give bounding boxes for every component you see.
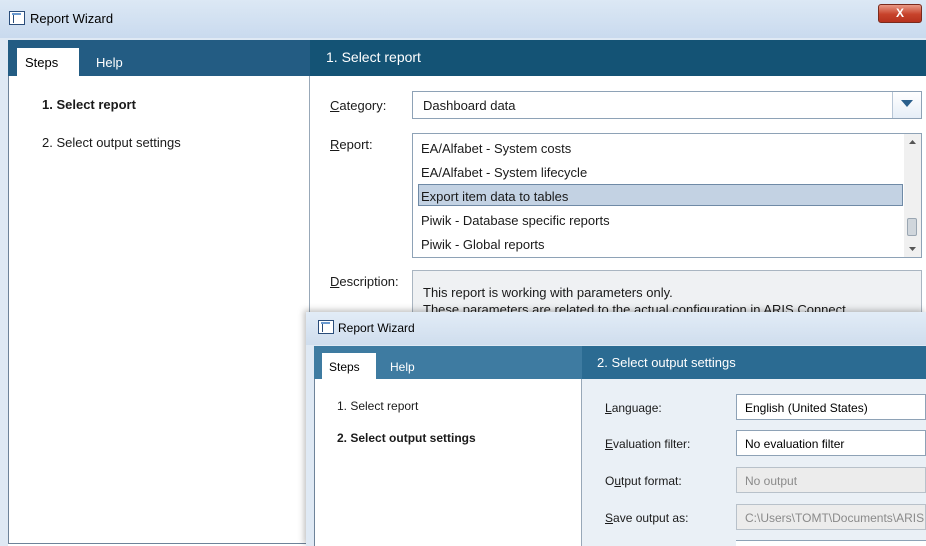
tab-help-label: Help xyxy=(390,360,415,374)
step-select-output-settings[interactable]: 2. Select output settings xyxy=(337,431,476,445)
save-output-as-label: Save output as: xyxy=(605,511,689,525)
title-bar[interactable] xyxy=(0,0,926,38)
tab-steps[interactable]: Steps xyxy=(322,353,376,379)
chevron-down-icon xyxy=(901,100,913,107)
description-text-line: This report is working with parameters o… xyxy=(423,285,673,300)
language-label: Language: xyxy=(605,401,662,415)
tab-help[interactable]: Help xyxy=(382,353,426,379)
steps-panel xyxy=(8,40,310,544)
next-field-edge xyxy=(736,540,926,546)
window-title: Report Wizard xyxy=(30,11,114,26)
list-item[interactable]: EA/Alfabet - System costs xyxy=(421,141,571,156)
category-label: Category: xyxy=(330,98,387,113)
scroll-up-button[interactable] xyxy=(904,134,921,150)
description-label: Description: xyxy=(330,274,399,289)
report-wizard-icon xyxy=(9,11,25,25)
output-format-value: No output xyxy=(745,474,798,488)
evaluation-filter-label: Evaluation filter: xyxy=(605,437,691,451)
list-item[interactable]: EA/Alfabet - System lifecycle xyxy=(421,165,587,180)
output-format-label: Output format: xyxy=(605,474,682,488)
language-value: English (United States) xyxy=(745,401,868,415)
tab-help-label: Help xyxy=(96,55,123,70)
triangle-down-icon xyxy=(909,247,916,251)
step-select-report[interactable]: 1. Select report xyxy=(42,97,136,112)
tab-steps-label: Steps xyxy=(25,55,59,70)
step-header-title: 1. Select report xyxy=(326,49,421,65)
window-title-2: Report Wizard xyxy=(338,321,415,335)
category-value: Dashboard data xyxy=(423,98,516,113)
scrollbar-thumb[interactable] xyxy=(907,218,917,236)
scroll-down-button[interactable] xyxy=(904,241,921,257)
tab-steps-label: Steps xyxy=(329,360,360,374)
list-item[interactable]: Piwik - Database specific reports xyxy=(421,213,610,228)
close-button[interactable]: X xyxy=(878,4,922,23)
report-list[interactable]: EA/Alfabet - System costs EA/Alfabet - S… xyxy=(412,133,922,258)
list-item[interactable]: Piwik - Global reports xyxy=(421,237,545,252)
report-list-scrollbar[interactable] xyxy=(904,134,921,257)
tab-help[interactable]: Help xyxy=(88,48,138,76)
report-wizard-icon xyxy=(318,320,334,334)
report-label: Report: xyxy=(330,137,373,152)
triangle-up-icon xyxy=(909,140,916,144)
save-output-path-value: C:\Users\TOMT\Documents\ARIS xyxy=(745,511,925,525)
evaluation-filter-value: No evaluation filter xyxy=(745,437,845,451)
list-item-selected[interactable]: Export item data to tables xyxy=(421,189,568,204)
step-header-title-2: 2. Select output settings xyxy=(597,355,736,370)
step-select-report[interactable]: 1. Select report xyxy=(337,399,418,413)
category-dropdown-button[interactable] xyxy=(892,92,921,118)
tab-steps[interactable]: Steps xyxy=(17,48,79,76)
step-select-output-settings[interactable]: 2. Select output settings xyxy=(42,135,181,150)
